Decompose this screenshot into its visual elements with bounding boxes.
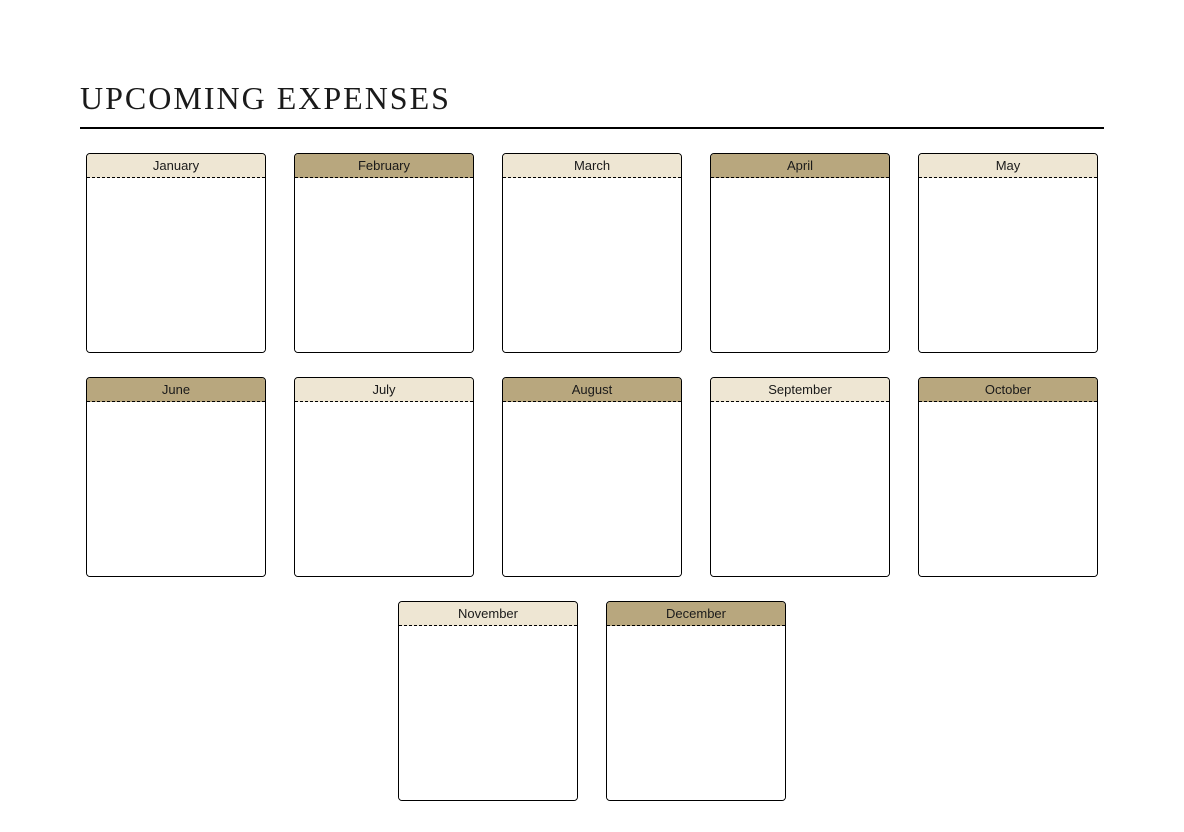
month-header: September: [711, 378, 889, 402]
month-body: [87, 402, 265, 576]
month-card-june: June: [86, 377, 266, 577]
month-header: October: [919, 378, 1097, 402]
month-card-december: December: [606, 601, 786, 801]
month-body: [295, 178, 473, 352]
month-header: January: [87, 154, 265, 178]
month-body: [87, 178, 265, 352]
month-card-march: March: [502, 153, 682, 353]
month-header: May: [919, 154, 1097, 178]
month-header: February: [295, 154, 473, 178]
month-card-july: July: [294, 377, 474, 577]
month-header: April: [711, 154, 889, 178]
month-body: [399, 626, 577, 800]
month-body: [711, 178, 889, 352]
month-body: [295, 402, 473, 576]
month-body: [919, 402, 1097, 576]
month-header: June: [87, 378, 265, 402]
month-header: December: [607, 602, 785, 626]
month-card-may: May: [918, 153, 1098, 353]
month-header: November: [399, 602, 577, 626]
months-grid: January February March April May June Ju…: [80, 153, 1104, 801]
month-card-april: April: [710, 153, 890, 353]
month-body: [503, 178, 681, 352]
month-card-february: February: [294, 153, 474, 353]
month-body: [711, 402, 889, 576]
page-title: UPCOMING EXPENSES: [80, 80, 1104, 117]
month-header: August: [503, 378, 681, 402]
month-card-august: August: [502, 377, 682, 577]
month-body: [503, 402, 681, 576]
month-body: [919, 178, 1097, 352]
month-card-october: October: [918, 377, 1098, 577]
month-card-september: September: [710, 377, 890, 577]
month-card-november: November: [398, 601, 578, 801]
month-header: March: [503, 154, 681, 178]
month-card-january: January: [86, 153, 266, 353]
month-body: [607, 626, 785, 800]
title-underline: [80, 127, 1104, 129]
month-header: July: [295, 378, 473, 402]
